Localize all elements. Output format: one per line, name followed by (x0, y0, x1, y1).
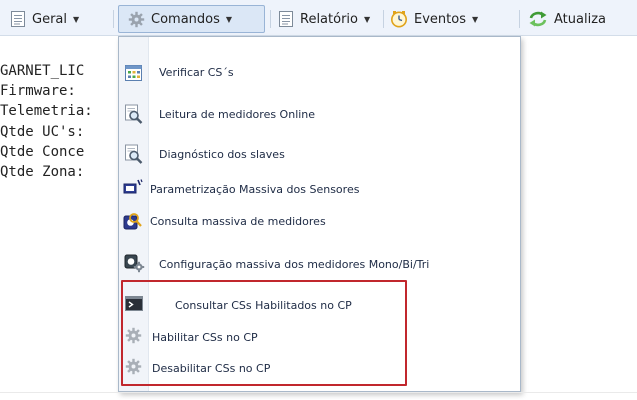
info-line: Qtde UC's: (0, 123, 85, 140)
menu-item-leitura-medidores-online[interactable]: Leitura de medidores Online (119, 99, 520, 129)
info-line: Telemetria: (0, 103, 93, 120)
clock-icon (391, 11, 407, 28)
menu-item-label: Configuração massiva dos medidores Mono/… (159, 258, 430, 271)
toolbar-item-label: Atualiza (554, 11, 606, 27)
refresh-icon (529, 11, 547, 27)
toolbar-item-eventos[interactable]: Eventos ▼ (390, 8, 478, 30)
document-icon (11, 11, 25, 27)
toolbar-separator (519, 10, 520, 28)
toolbar-item-relatorio[interactable]: Relatório ▼ (278, 8, 370, 30)
toolbar: Geral ▼ Comandos ▼ Relatório ▼ Eventos ▼… (0, 0, 637, 36)
table-icon (125, 65, 142, 81)
menu-item-parametrizacao-sensores[interactable]: Parametrização Massiva dos Sensores (119, 175, 520, 205)
chevron-down-icon: ▼ (73, 14, 80, 24)
toolbar-separator (383, 10, 384, 28)
toolbar-separator (270, 10, 271, 28)
chevron-down-icon: ▼ (471, 14, 479, 24)
toolbar-item-label: Eventos (414, 11, 466, 27)
menu-item-label: Diagnóstico dos slaves (159, 148, 285, 161)
chevron-down-icon: ▼ (364, 14, 371, 24)
toolbar-item-label: Relatório (300, 11, 358, 27)
gear-icon (128, 11, 145, 27)
chevron-down-icon: ▼ (225, 14, 233, 24)
info-line: Firmware: (0, 83, 76, 100)
menu-item-label: Verificar CS´s (159, 66, 234, 79)
menu-item-configuracao-massiva-medidores[interactable]: Configuração massiva dos medidores Mono/… (119, 249, 520, 279)
menu-item-diagnostico-slaves[interactable]: Diagnóstico dos slaves (119, 139, 520, 169)
toolbar-item-atualiza[interactable]: Atualiza (528, 8, 606, 30)
device-info-panel: GARNET_LIC Firmware: Telemetria: Qtde UC… (0, 61, 93, 182)
menu-item-verificar-css[interactable]: Verificar CS´s (119, 58, 520, 88)
menu-item-label: Consulta massiva de medidores (150, 215, 326, 228)
toolbar-item-comandos[interactable]: Comandos ▼ (128, 8, 232, 30)
toolbar-item-label: Comandos (151, 11, 220, 27)
menu-item-consulta-massiva-medidores[interactable]: Consulta massiva de medidores (119, 207, 520, 237)
annotation-highlight-box (121, 280, 407, 386)
sensor-edit-icon (123, 179, 143, 194)
menu-item-label: Leitura de medidores Online (159, 108, 316, 121)
toolbar-separator (113, 10, 114, 28)
toolbar-item-label: Geral (32, 11, 67, 27)
document-icon (279, 11, 293, 27)
divider (0, 392, 637, 393)
magnifier-document-icon (125, 104, 143, 124)
info-line: Qtde Zona: (0, 163, 85, 180)
meter-config-icon (124, 254, 145, 273)
info-line: Qtde Conce (0, 143, 85, 160)
magnifier-document-icon (125, 144, 143, 164)
meter-search-icon (123, 213, 142, 230)
toolbar-item-geral[interactable]: Geral ▼ (10, 8, 79, 30)
menu-item-label: Parametrização Massiva dos Sensores (150, 183, 360, 196)
info-line: GARNET_LIC (0, 63, 85, 79)
